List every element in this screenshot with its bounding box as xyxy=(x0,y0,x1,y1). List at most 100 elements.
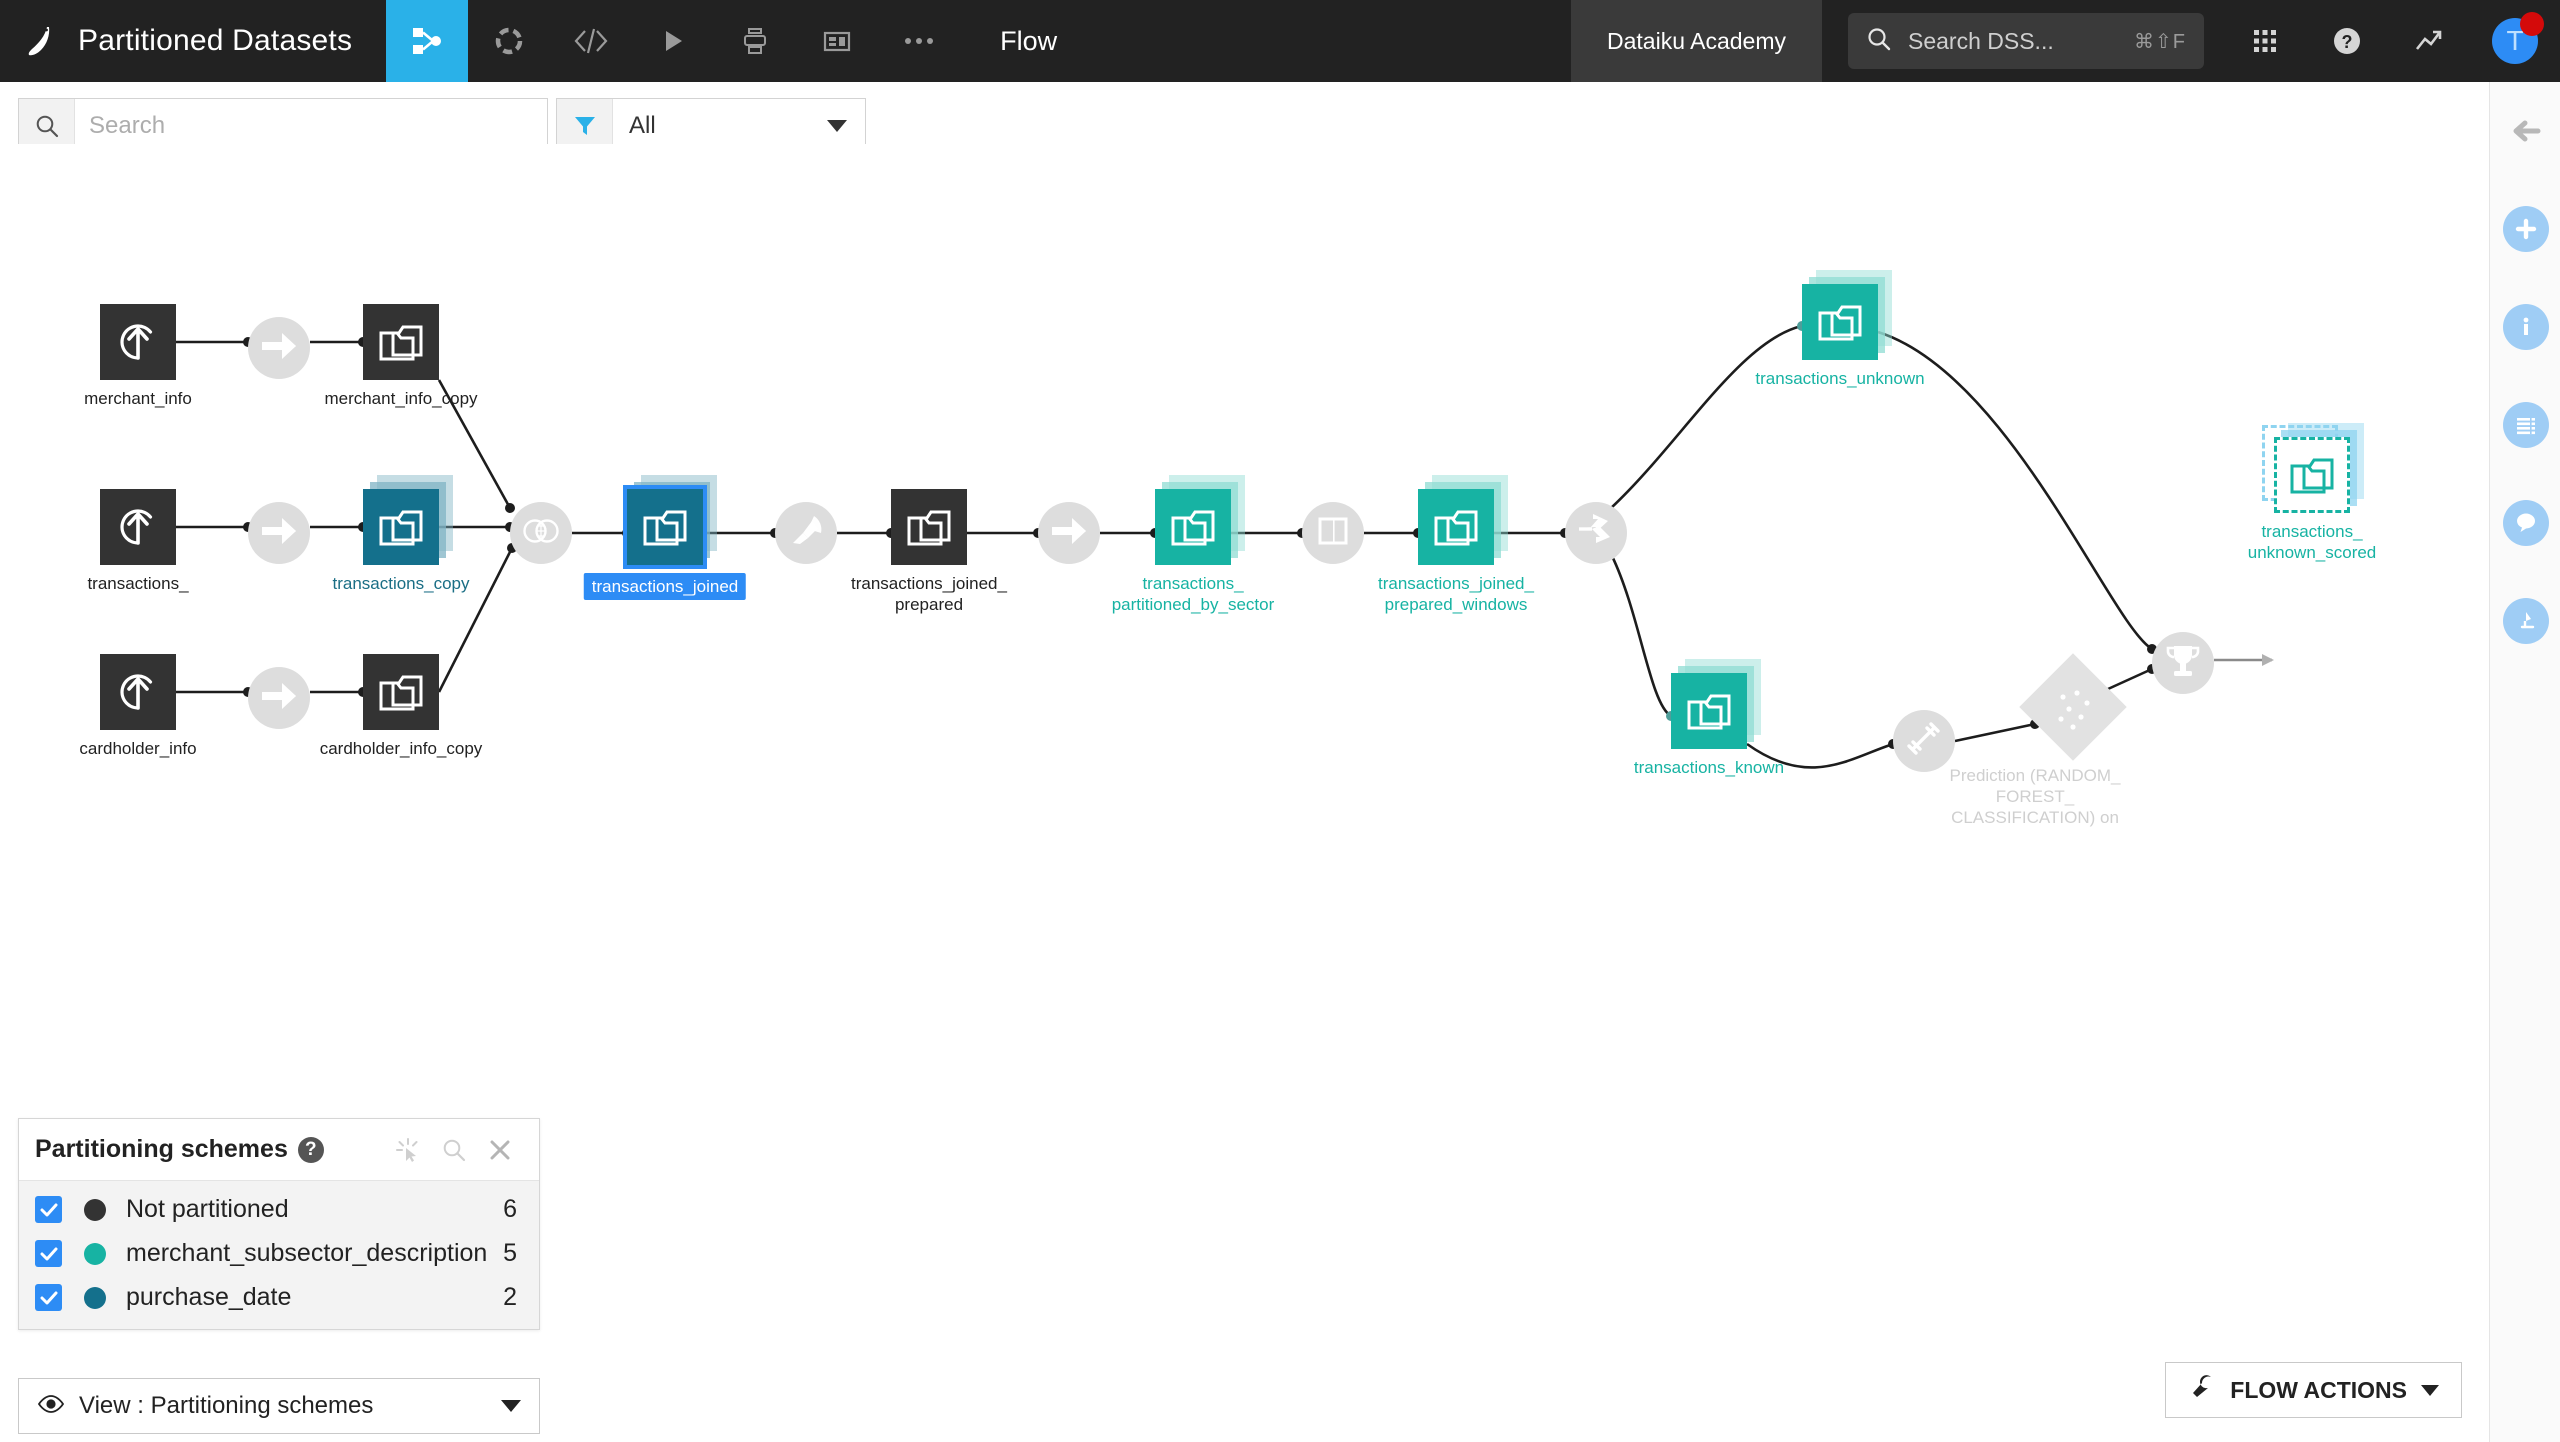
node-icon-box[interactable] xyxy=(100,654,176,730)
node-main-tile[interactable] xyxy=(2274,437,2350,513)
flow-recipe-score1[interactable] xyxy=(2152,632,2214,694)
filter-value: All xyxy=(629,112,656,139)
search-input[interactable] xyxy=(75,112,547,140)
lab-microscope-icon[interactable] xyxy=(2490,572,2560,670)
flow-node-transactions_known[interactable]: transactions_known xyxy=(1634,659,1784,777)
scheme-checkbox[interactable] xyxy=(35,1240,62,1267)
user-avatar[interactable]: T xyxy=(2470,0,2560,82)
node-icon-box[interactable] xyxy=(891,489,967,565)
node-main-tile[interactable] xyxy=(100,489,176,565)
discussions-icon[interactable] xyxy=(2490,474,2560,572)
nav-jobs-play-icon[interactable] xyxy=(632,0,714,82)
partition-scheme-row[interactable]: purchase_date 2 xyxy=(19,1275,539,1319)
info-icon-circle xyxy=(2502,304,2549,350)
flow-node-transactions_[interactable]: transactions_ xyxy=(87,489,189,593)
node-icon-box[interactable] xyxy=(100,489,176,565)
top-navigation-bar: Partitioned Datasets Flow Dataiku Academ… xyxy=(0,0,2560,82)
flow-recipe-sync4[interactable] xyxy=(1038,502,1100,564)
flow-recipe-sync3[interactable] xyxy=(248,667,310,729)
nav-scenario-printer-icon[interactable] xyxy=(714,0,796,82)
node-main-tile[interactable] xyxy=(363,489,439,565)
question-mark-icon[interactable]: ? xyxy=(297,1136,324,1163)
nav-dashboard-icon[interactable] xyxy=(796,0,878,82)
node-icon-box[interactable] xyxy=(1155,475,1245,565)
flow-recipe-window1[interactable] xyxy=(1302,502,1364,564)
flow-node-transactions_unknown_scored[interactable]: transactions_ unknown_scored xyxy=(2248,423,2376,562)
nav-code-icon[interactable] xyxy=(550,0,632,82)
scheme-checkbox[interactable] xyxy=(35,1196,62,1223)
node-icon-box[interactable] xyxy=(100,304,176,380)
flow-node-transactions_joined_prepared_windows[interactable]: transactions_joined_ prepared_windows xyxy=(1378,475,1534,614)
flow-node-merchant_info_copy[interactable]: merchant_info_copy xyxy=(324,304,478,408)
scheme-color-dot xyxy=(84,1287,106,1309)
schema-list-icon[interactable] xyxy=(2490,376,2560,474)
node-main-tile[interactable] xyxy=(1802,284,1878,360)
node-main-tile[interactable] xyxy=(623,485,707,569)
notification-badge[interactable] xyxy=(2520,12,2544,36)
node-main-tile[interactable] xyxy=(363,654,439,730)
node-label: transactions_joined_ prepared xyxy=(851,574,1007,614)
node-main-tile[interactable] xyxy=(363,304,439,380)
flow-recipe-sync2[interactable] xyxy=(248,502,310,564)
scheme-checkbox[interactable] xyxy=(35,1284,62,1311)
details-info-icon[interactable] xyxy=(2490,278,2560,376)
svg-text:?: ? xyxy=(2342,32,2353,52)
flow-node-transactions_copy[interactable]: transactions_copy xyxy=(332,475,470,593)
flow-recipe-split1[interactable] xyxy=(1565,502,1627,564)
node-main-tile[interactable] xyxy=(1418,489,1494,565)
flow-node-transactions_joined[interactable]: transactions_joined xyxy=(583,475,747,600)
node-icon-box[interactable] xyxy=(1418,475,1508,565)
flow-node-transactions_joined_prepared[interactable]: transactions_joined_ prepared xyxy=(851,489,1007,614)
scheme-label: Not partitioned xyxy=(126,1195,289,1223)
node-icon-box[interactable] xyxy=(2262,423,2364,513)
apps-grid-icon[interactable] xyxy=(2224,0,2306,82)
dataiku-academy-button[interactable]: Dataiku Academy xyxy=(1571,0,1822,82)
add-icon[interactable] xyxy=(2490,180,2560,278)
flow-recipe-sync1[interactable] xyxy=(248,317,310,379)
prepare-broom-icon xyxy=(788,513,824,554)
scheme-count: 2 xyxy=(503,1283,517,1311)
nav-more-ellipsis-icon[interactable] xyxy=(878,0,960,82)
chevron-down-icon xyxy=(827,120,847,132)
node-icon-box[interactable] xyxy=(623,475,717,569)
node-main-tile[interactable] xyxy=(1671,673,1747,749)
node-icon-box[interactable] xyxy=(363,654,439,730)
node-label: transactions_known xyxy=(1633,758,1785,777)
node-main-tile[interactable] xyxy=(100,304,176,380)
node-main-tile[interactable] xyxy=(100,654,176,730)
node-main-tile[interactable] xyxy=(1155,489,1231,565)
nav-flow-icon[interactable] xyxy=(386,0,469,82)
flow-recipe-prepare1[interactable] xyxy=(775,502,837,564)
global-search-input[interactable]: Search DSS... ⌘⇧F xyxy=(1848,13,2204,69)
panel-search-icon[interactable] xyxy=(431,1127,477,1173)
partition-scheme-row[interactable]: merchant_subsector_description 5 xyxy=(19,1231,539,1275)
flow-node-cardholder_info_copy[interactable]: cardholder_info_copy xyxy=(320,654,482,758)
flow-actions-button[interactable]: FLOW ACTIONS xyxy=(2165,1362,2462,1418)
flow-recipe-train1[interactable] xyxy=(1893,710,1955,772)
collapse-panel-icon[interactable] xyxy=(2490,82,2560,180)
node-label: transactions_ partitioned_by_sector xyxy=(1111,574,1275,614)
dataiku-bird-logo[interactable] xyxy=(0,0,78,82)
search-shortcut-hint: ⌘⇧F xyxy=(2134,30,2186,53)
node-icon-box[interactable] xyxy=(363,304,439,380)
flow-node-cardholder_info[interactable]: cardholder_info xyxy=(79,654,197,758)
top-nav-icon-group xyxy=(386,0,960,82)
nav-lab-icon[interactable] xyxy=(468,0,550,82)
flow-view-selector[interactable]: View : Partitioning schemes xyxy=(18,1378,540,1434)
panel-close-icon[interactable] xyxy=(477,1127,523,1173)
flow-recipe-join1[interactable] xyxy=(510,502,572,564)
help-icon[interactable]: ? xyxy=(2306,0,2388,82)
partition-scheme-row[interactable]: Not partitioned 6 xyxy=(19,1187,539,1231)
activity-trend-icon[interactable] xyxy=(2388,0,2470,82)
node-icon-box[interactable] xyxy=(363,475,453,565)
flow-node-merchant_info[interactable]: merchant_info xyxy=(84,304,192,408)
flow-actions-label: FLOW ACTIONS xyxy=(2230,1376,2407,1403)
node-icon-box[interactable] xyxy=(1802,270,1892,360)
score-trophy-icon xyxy=(2164,642,2202,685)
sync-arrow-icon xyxy=(260,681,298,716)
highlight-icon[interactable] xyxy=(385,1127,431,1173)
node-main-tile[interactable] xyxy=(891,489,967,565)
flow-node-transactions_unknown[interactable]: transactions_unknown xyxy=(1755,270,1925,388)
node-icon-box[interactable] xyxy=(1671,659,1761,749)
flow-node-transactions_partitioned_by_sector[interactable]: transactions_ partitioned_by_sector xyxy=(1112,475,1274,614)
